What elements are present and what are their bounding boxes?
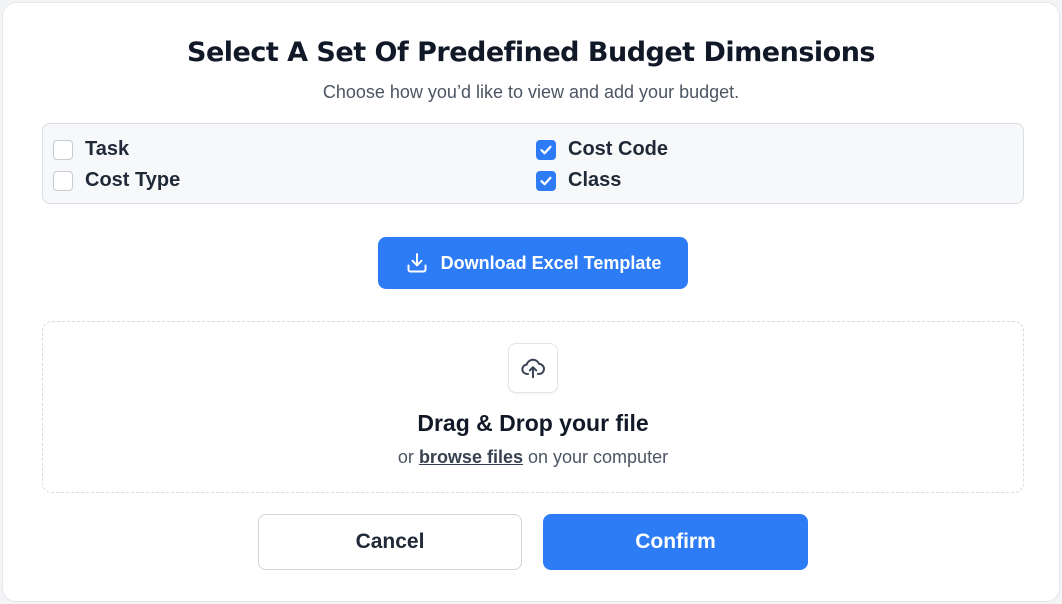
dropzone-prefix: or [397,447,414,467]
option-label: Cost Code [568,138,668,160]
download-icon [405,251,429,275]
browse-files-link[interactable]: browse files [419,447,523,467]
checkmark-icon [540,176,552,185]
option-label: Task [85,138,130,160]
option-task[interactable]: Task [53,138,129,161]
download-button-label: Download Excel Template [440,252,662,273]
dialog-subtitle: Choose how you’d like to view and add yo… [322,82,740,102]
upload-icon-box [508,343,558,393]
checkmark-icon [540,145,552,154]
cost-type-checkbox[interactable] [53,170,73,191]
cost-code-checkbox[interactable] [536,139,556,160]
confirm-button[interactable]: Confirm [543,514,808,570]
option-label: Class [568,169,622,191]
budget-dimensions-dialog: Select A Set Of Predefined Budget Dimens… [2,2,1060,602]
option-class[interactable]: Class [536,169,621,192]
dropzone-title: Drag & Drop your file [417,410,649,436]
option-cost-type[interactable]: Cost Type [53,169,180,192]
cloud-upload-icon [521,358,545,379]
download-excel-template-button[interactable]: Download Excel Template [378,237,688,289]
task-checkbox[interactable] [53,139,73,160]
file-dropzone[interactable]: Drag & Drop your file or browse files on… [42,321,1024,493]
cancel-button[interactable]: Cancel [258,514,522,570]
dropzone-suffix: on your computer [528,447,669,467]
option-label: Cost Type [85,169,181,191]
class-checkbox[interactable] [536,170,556,191]
dialog-title: Select A Set Of Predefined Budget Dimens… [187,37,876,68]
dimension-options-panel: Task Cost Type Cost Code Class [42,123,1024,204]
option-cost-code[interactable]: Cost Code [536,138,668,161]
dropzone-subtitle: or browse files on your computer [43,447,1023,468]
